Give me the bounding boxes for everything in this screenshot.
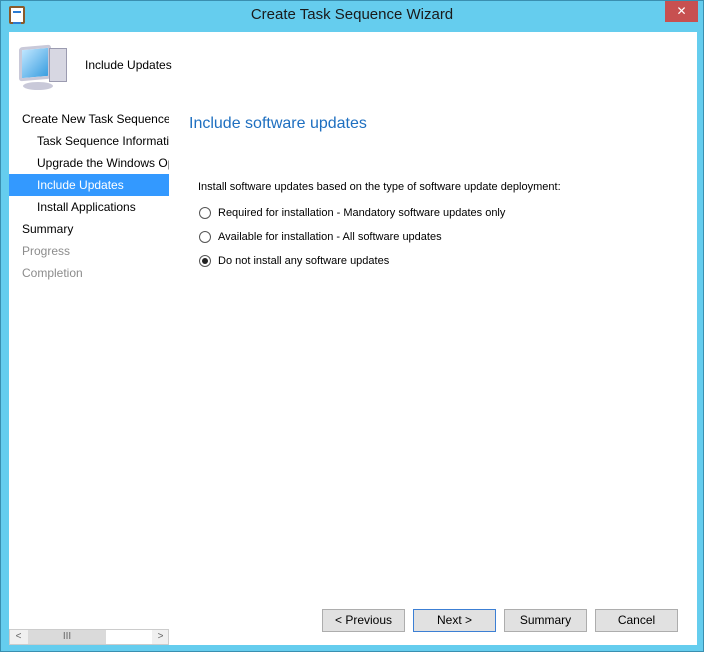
page-header: Include Updates: [85, 58, 172, 72]
next-button[interactable]: Next >: [413, 609, 496, 632]
radio-do-not-install[interactable]: Do not install any software updates: [199, 255, 389, 267]
wizard-window: Create Task Sequence Wizard ✕ Include Up…: [0, 0, 704, 652]
scroll-thumb[interactable]: III: [28, 630, 106, 644]
previous-button[interactable]: < Previous: [322, 609, 405, 632]
scroll-left-arrow[interactable]: <: [10, 630, 27, 644]
nav-item-task-sequence-information: Task Sequence Information: [37, 134, 169, 148]
nav-horizontal-scrollbar[interactable]: < III >: [9, 629, 169, 645]
computer-icon: [19, 42, 71, 92]
nav-item-completion: Completion: [22, 266, 83, 280]
wizard-nav: Create New Task Sequence Task Sequence I…: [9, 108, 169, 284]
instruction-text: Install software updates based on the ty…: [198, 181, 561, 193]
nav-item-upgrade-windows: Upgrade the Windows Operating System: [37, 156, 169, 170]
radio-circle[interactable]: [199, 207, 211, 219]
window-title: Create Task Sequence Wizard: [250, 6, 454, 23]
nav-item-include-updates: Include Updates: [9, 174, 169, 196]
scroll-track[interactable]: [106, 630, 152, 644]
radio-circle[interactable]: [199, 231, 211, 243]
nav-item-create-new-task-sequence: Create New Task Sequence: [22, 112, 169, 126]
scroll-right-arrow[interactable]: >: [152, 630, 169, 644]
close-button[interactable]: ✕: [665, 1, 698, 22]
cancel-button[interactable]: Cancel: [595, 609, 678, 632]
nav-item-progress: Progress: [22, 244, 71, 258]
summary-button[interactable]: Summary: [504, 609, 587, 632]
page-heading: Include software updates: [189, 115, 367, 132]
radio-label: Do not install any software updates: [218, 255, 390, 267]
client-area: Include Updates Create New Task Sequence…: [9, 32, 697, 645]
nav-item-summary: Summary: [22, 222, 74, 236]
nav-item-install-applications: Install Applications: [37, 200, 136, 214]
radio-label: Available for installation - All softwar…: [218, 231, 442, 243]
radio-available[interactable]: Available for installation - All softwar…: [199, 231, 442, 243]
radio-label: Required for installation - Mandatory so…: [218, 207, 506, 219]
radio-circle-selected[interactable]: [199, 255, 211, 267]
radio-required[interactable]: Required for installation - Mandatory so…: [199, 207, 505, 219]
